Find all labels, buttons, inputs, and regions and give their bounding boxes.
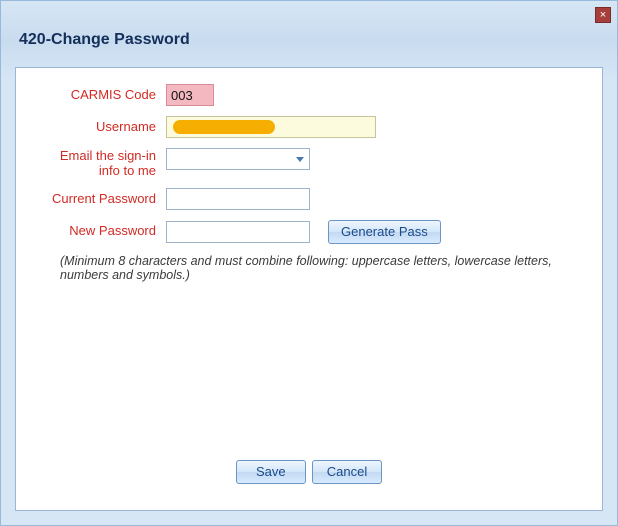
change-password-window: × 420-Change Password CARMIS Code Userna…	[0, 0, 618, 526]
username-redaction	[173, 120, 275, 134]
label-email-signin: Email the sign-in info to me	[42, 148, 166, 178]
username-input[interactable]	[166, 116, 376, 138]
footer-buttons: Save Cancel	[16, 460, 602, 484]
row-current-password: Current Password	[42, 188, 576, 210]
label-username: Username	[42, 116, 166, 138]
label-current-password: Current Password	[42, 188, 166, 210]
titlebar: 420-Change Password	[1, 1, 617, 65]
row-username: Username	[42, 116, 576, 138]
new-password-input[interactable]	[166, 221, 310, 243]
current-password-input[interactable]	[166, 188, 310, 210]
row-new-password: New Password Generate Pass	[42, 220, 576, 244]
label-carmis-code: CARMIS Code	[42, 84, 166, 106]
content-panel: CARMIS Code Username Email the sign-in i…	[15, 67, 603, 511]
save-button[interactable]: Save	[236, 460, 306, 484]
password-hint: (Minimum 8 characters and must combine f…	[60, 254, 570, 282]
chevron-down-icon	[291, 149, 309, 169]
label-new-password: New Password	[42, 220, 166, 242]
page-title: 420-Change Password	[19, 31, 190, 49]
generate-pass-button[interactable]: Generate Pass	[328, 220, 441, 244]
row-carmis-code: CARMIS Code	[42, 84, 576, 106]
carmis-code-input[interactable]	[166, 84, 214, 106]
row-email-signin: Email the sign-in info to me	[42, 148, 576, 178]
email-signin-select[interactable]	[166, 148, 310, 170]
cancel-button[interactable]: Cancel	[312, 460, 382, 484]
